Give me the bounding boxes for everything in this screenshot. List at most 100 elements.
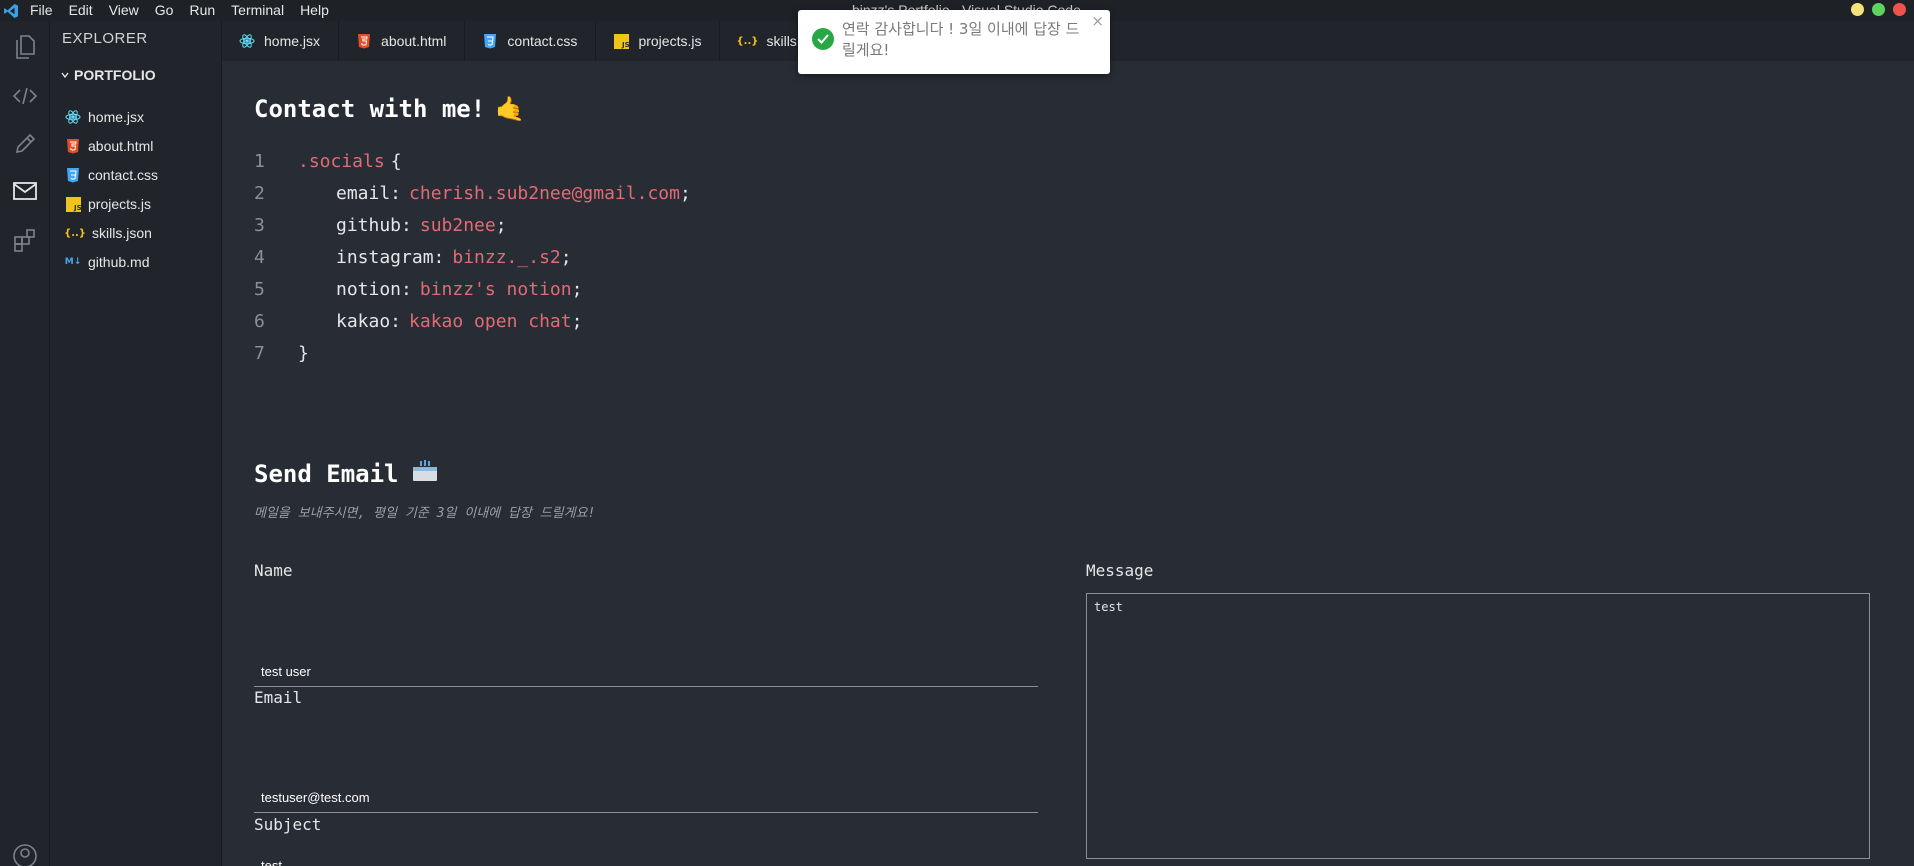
socials-code-block: 1 .socials { 2 email: cherish.sub2nee@gm… xyxy=(254,145,691,369)
menu-bar: File Edit View Go Run Terminal Help xyxy=(22,0,337,21)
menu-terminal[interactable]: Terminal xyxy=(223,0,292,21)
css-icon xyxy=(481,32,499,50)
tab-about[interactable]: about.html xyxy=(339,21,466,61)
send-email-heading: Send Email xyxy=(254,459,439,489)
subject-field[interactable] xyxy=(254,851,1038,866)
close-window-button[interactable] xyxy=(1893,3,1906,16)
editor-area: Contact with me! 🤙 1 .socials { 2 email:… xyxy=(222,61,1914,866)
tab-projects[interactable]: JS projects.js xyxy=(596,21,721,61)
json-icon: {..} xyxy=(736,35,759,47)
window-controls xyxy=(1851,3,1906,16)
pencil-icon[interactable] xyxy=(0,124,50,164)
extensions-icon[interactable] xyxy=(0,220,50,260)
call-me-hand-icon: 🤙 xyxy=(495,95,526,123)
svg-text:JS: JS xyxy=(621,41,629,49)
line-number: 5 xyxy=(254,278,265,300)
tab-label: home.jsx xyxy=(264,33,321,49)
line-number: 2 xyxy=(254,182,265,204)
code-line: 5 notion: binzz's notion ; xyxy=(254,273,691,305)
react-icon xyxy=(238,32,256,50)
activity-bar xyxy=(0,21,50,866)
file-name: projects.js xyxy=(88,196,152,212)
menu-help[interactable]: Help xyxy=(292,0,337,21)
explorer-title: EXPLORER xyxy=(62,30,148,47)
email-field[interactable] xyxy=(254,783,1038,813)
svg-text:JS: JS xyxy=(73,204,81,212)
semicolon: ; xyxy=(560,246,572,268)
contact-heading-text: Contact with me! xyxy=(254,95,486,123)
check-circle-icon xyxy=(812,28,834,50)
line-number: 6 xyxy=(254,310,265,332)
tab-label: projects.js xyxy=(638,33,702,49)
css-icon xyxy=(64,166,82,184)
social-key: email: xyxy=(336,182,402,204)
instagram-link[interactable]: binzz._.s2 xyxy=(452,247,560,268)
css-selector: .socials xyxy=(298,150,385,172)
explorer-sidebar: EXPLORER PORTFOLIO home.jsx about.html c… xyxy=(50,21,222,866)
files-icon[interactable] xyxy=(0,27,50,67)
line-number: 4 xyxy=(254,246,265,268)
line-number: 3 xyxy=(254,214,265,236)
menu-run[interactable]: Run xyxy=(181,0,223,21)
github-link[interactable]: sub2nee xyxy=(420,215,496,236)
markdown-icon: M↓ xyxy=(64,257,82,267)
code-line: 2 email: cherish.sub2nee@gmail.com ; xyxy=(254,177,691,209)
social-key: github: xyxy=(336,214,412,236)
social-key: instagram: xyxy=(336,246,445,268)
toast-message: 연락 감사합니다 ! 3일 이내에 답장 드릴게요! xyxy=(842,20,1080,59)
message-field[interactable]: test xyxy=(1086,593,1870,859)
tab-label: contact.css xyxy=(507,33,578,49)
menu-file[interactable]: File xyxy=(22,0,61,21)
send-email-heading-text: Send Email xyxy=(254,460,399,488)
semicolon: ; xyxy=(571,278,583,300)
message-label: Message xyxy=(1086,561,1154,580)
maximize-button[interactable] xyxy=(1872,3,1885,16)
menu-edit[interactable]: Edit xyxy=(61,0,101,21)
js-icon: JS xyxy=(64,195,82,213)
file-item-projects[interactable]: JS projects.js xyxy=(64,192,151,216)
html-icon xyxy=(355,32,373,50)
email-label: Email xyxy=(254,688,303,707)
menu-view[interactable]: View xyxy=(101,0,147,21)
notion-link[interactable]: binzz's notion xyxy=(420,279,572,300)
file-item-about[interactable]: about.html xyxy=(64,134,153,158)
code-line: 4 instagram: binzz._.s2 ; xyxy=(254,241,691,273)
file-item-contact[interactable]: contact.css xyxy=(64,163,158,187)
open-brace: { xyxy=(390,150,402,172)
email-link[interactable]: cherish.sub2nee@gmail.com xyxy=(409,183,680,204)
file-name: contact.css xyxy=(88,167,159,183)
folder-portfolio[interactable]: PORTFOLIO xyxy=(60,67,156,83)
js-icon: JS xyxy=(612,32,630,50)
tab-contact[interactable]: contact.css xyxy=(465,21,597,61)
minimize-button[interactable] xyxy=(1851,3,1864,16)
tab-label: about.html xyxy=(381,33,447,49)
send-email-subtitle: 메일을 보내주시면, 평일 기준 3일 이내에 답장 드릴게요! xyxy=(254,506,596,521)
json-icon: {..} xyxy=(64,227,86,239)
chevron-down-icon xyxy=(61,72,69,79)
account-icon[interactable] xyxy=(0,836,50,866)
file-item-skills[interactable]: {..} skills.json xyxy=(64,221,152,245)
name-field[interactable] xyxy=(254,657,1038,687)
file-name: github.md xyxy=(88,254,150,270)
file-item-home[interactable]: home.jsx xyxy=(64,105,144,129)
close-icon[interactable]: × xyxy=(1091,12,1104,30)
code-line: 3 github: sub2nee ; xyxy=(254,209,691,241)
folder-name: PORTFOLIO xyxy=(74,67,156,83)
html-icon xyxy=(64,137,82,155)
tab-home[interactable]: home.jsx xyxy=(222,21,340,61)
menu-go[interactable]: Go xyxy=(147,0,182,21)
code-line: 6 kakao: kakao open chat ; xyxy=(254,305,691,337)
close-brace: } xyxy=(298,342,309,364)
social-key: notion: xyxy=(336,278,412,300)
code-line: 7 } xyxy=(254,337,691,369)
name-label: Name xyxy=(254,561,293,580)
code-icon[interactable] xyxy=(0,76,50,116)
code-line: 1 .socials { xyxy=(254,145,691,177)
kakao-link[interactable]: kakao open chat xyxy=(409,311,572,332)
contact-heading: Contact with me! 🤙 xyxy=(254,95,525,123)
file-item-github[interactable]: M↓ github.md xyxy=(64,250,150,274)
mail-icon[interactable] xyxy=(0,171,50,211)
file-name: skills.json xyxy=(92,225,152,241)
social-key: kakao: xyxy=(336,310,402,332)
file-name: about.html xyxy=(88,138,154,154)
